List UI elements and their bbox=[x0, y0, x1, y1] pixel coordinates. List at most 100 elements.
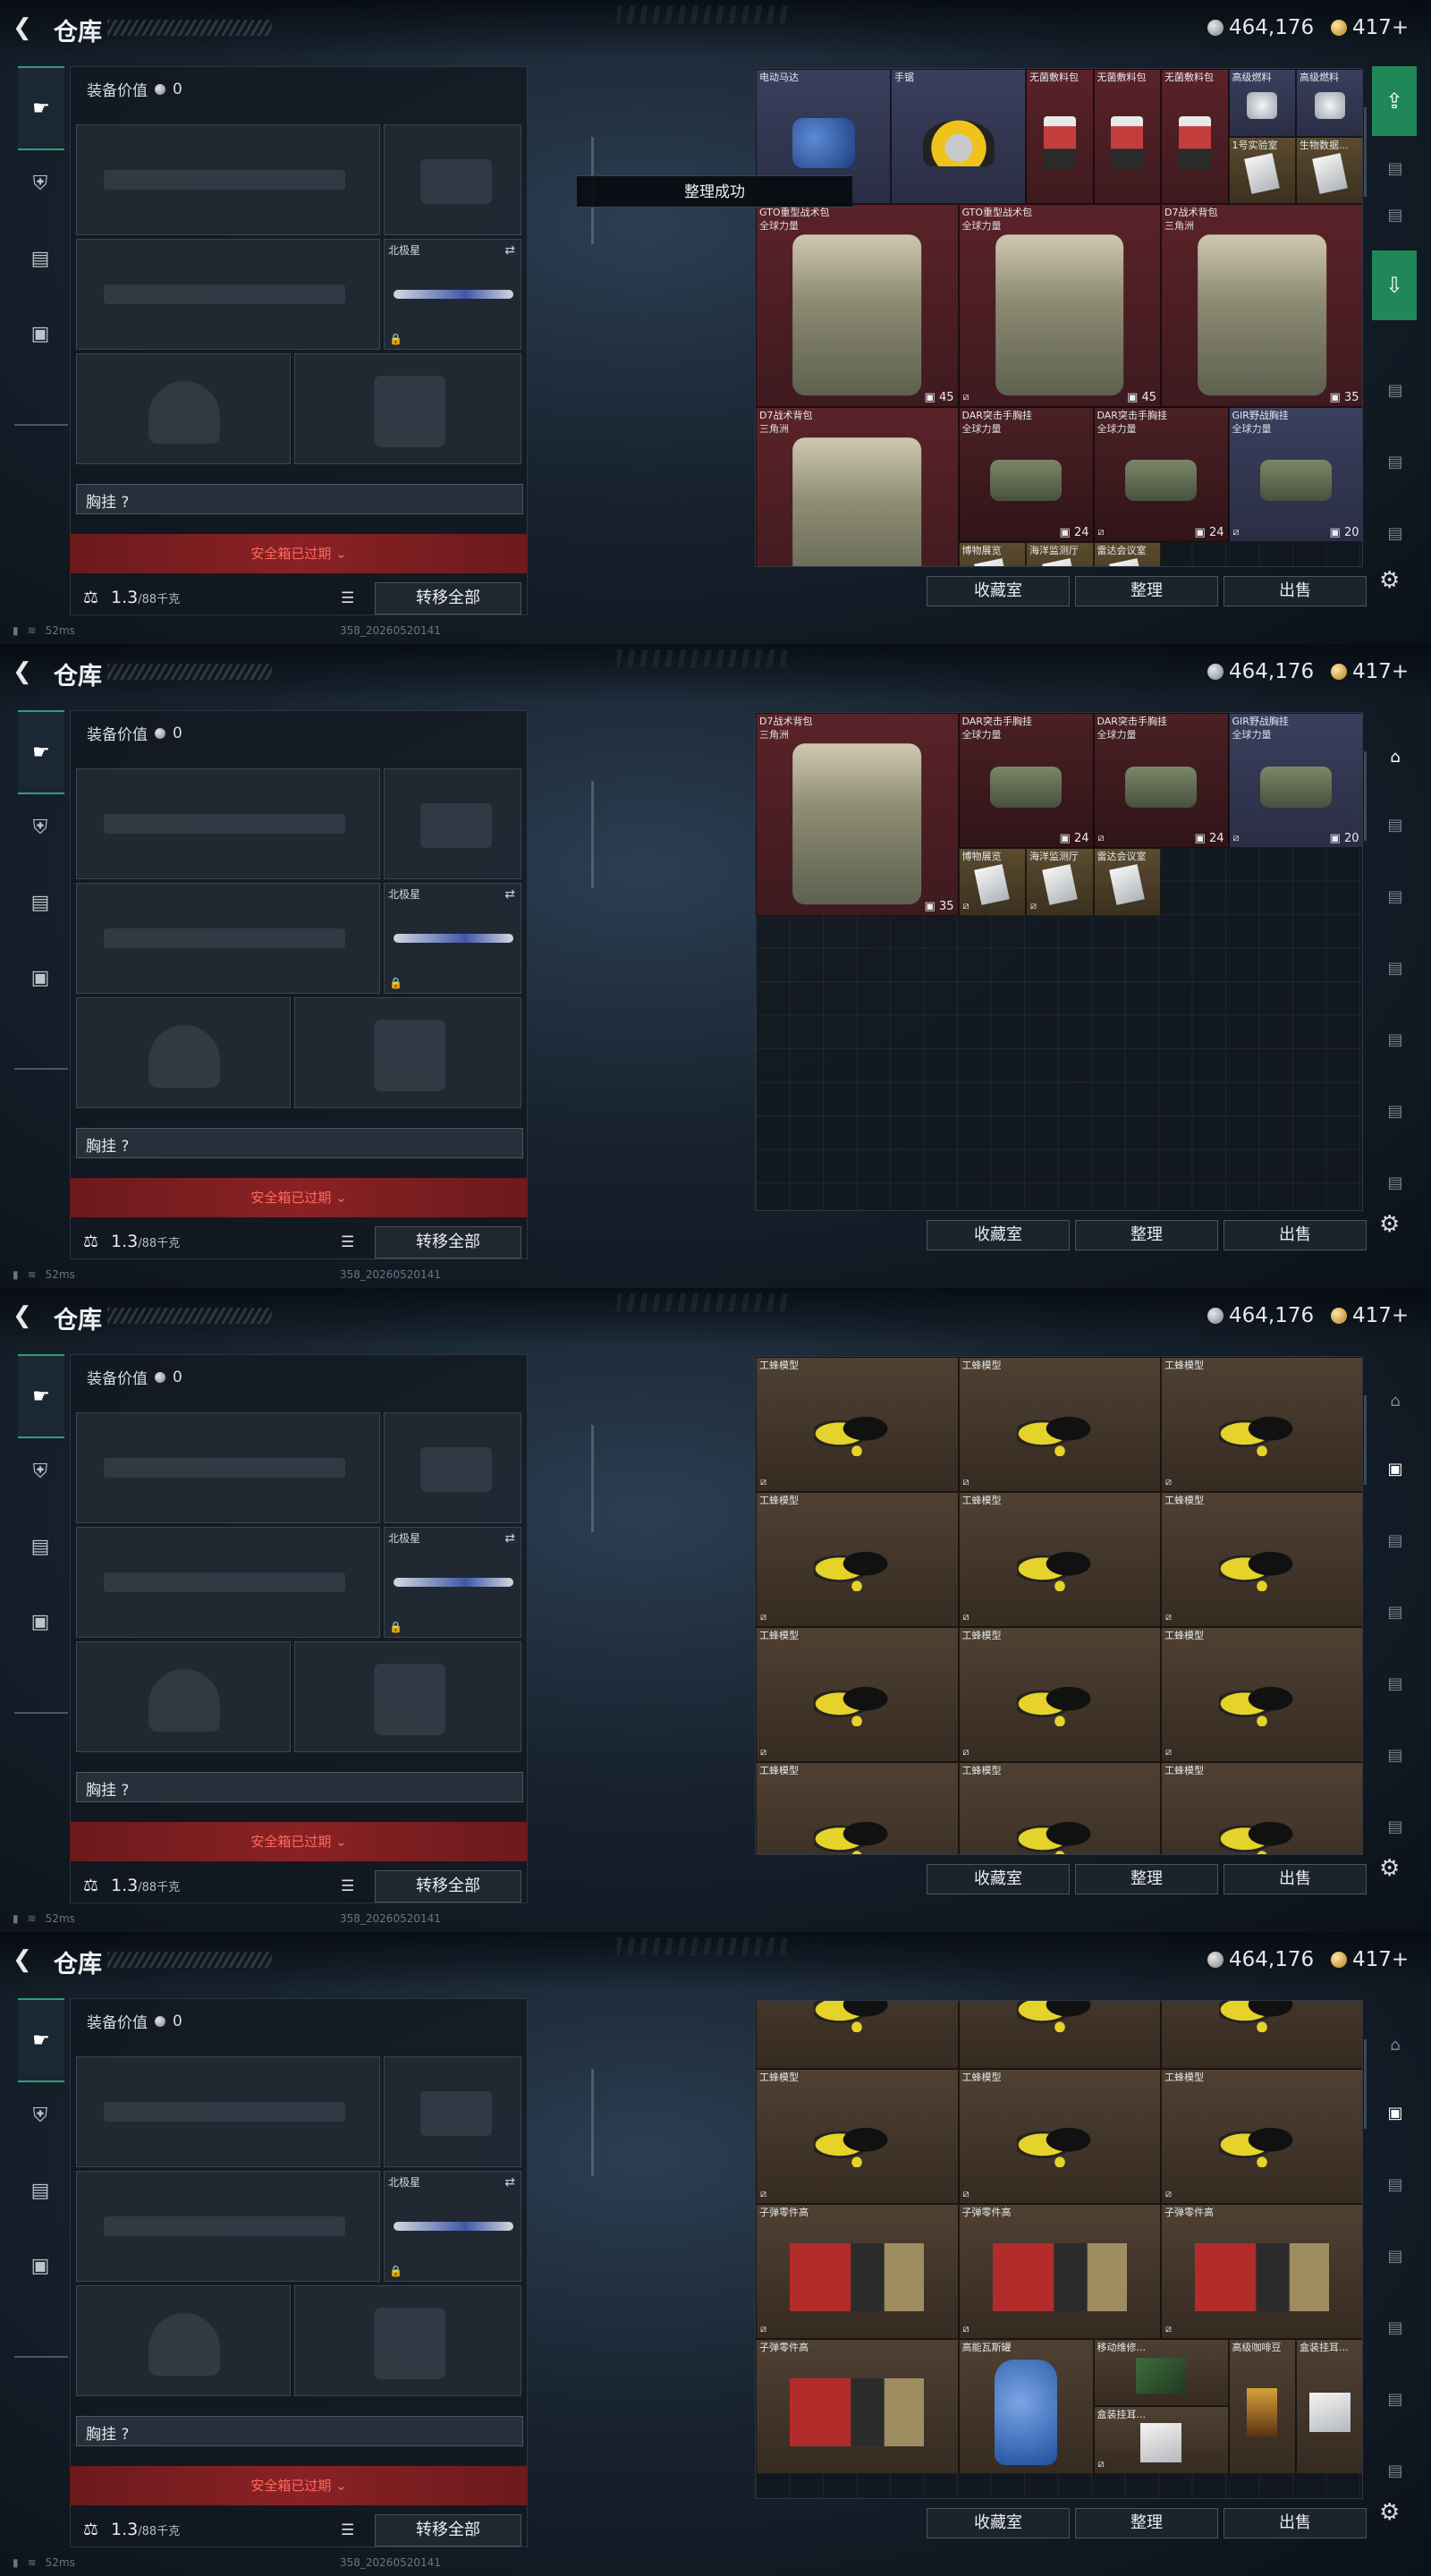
stash-item[interactable]: 子弹零件高 ⧄ bbox=[756, 2203, 959, 2339]
stash-tab-icon[interactable]: ▤ bbox=[1376, 805, 1415, 844]
nav-bag-tab[interactable]: ▣ bbox=[20, 957, 61, 998]
home-tab-icon[interactable]: ⌂ bbox=[1376, 1381, 1415, 1420]
favorites-button[interactable]: 收藏室 bbox=[927, 576, 1070, 606]
primary-weapon-slot[interactable] bbox=[76, 768, 380, 879]
stash-item[interactable]: 手锯 bbox=[891, 69, 1026, 204]
swap-icon[interactable]: ⇄ bbox=[504, 887, 515, 902]
stash-item[interactable]: DAR突击手胸挂 全球力量 ▣ 24 bbox=[958, 406, 1094, 542]
download-icon[interactable]: ⇩ bbox=[1372, 250, 1417, 320]
stash-tab-icon[interactable]: ▤ bbox=[1376, 1091, 1415, 1131]
armor-slot[interactable] bbox=[294, 1641, 521, 1752]
stash-item[interactable]: 雷达会议室 bbox=[1093, 541, 1161, 566]
sidearm-slot[interactable] bbox=[384, 124, 521, 235]
nav-vest-tab[interactable]: ▤ bbox=[20, 882, 61, 923]
stash-item[interactable]: 海洋监测厅 bbox=[1026, 541, 1094, 566]
sort-button[interactable]: 整理 bbox=[1075, 1220, 1218, 1250]
sidearm-slot[interactable] bbox=[384, 768, 521, 879]
stash-item[interactable]: 高级燃料 bbox=[1228, 69, 1296, 137]
stash-item[interactable]: 工蜂模型 ⧄ bbox=[756, 1357, 959, 1492]
chest-rig-slot[interactable]: 胸挂 ? bbox=[76, 2416, 523, 2446]
secondary-weapon-slot[interactable] bbox=[76, 2171, 380, 2282]
nav-weapons-tab[interactable]: ☛ bbox=[18, 1998, 64, 2082]
stash-item[interactable]: 高级燃料 bbox=[1296, 69, 1362, 137]
nav-bag-tab[interactable]: ▣ bbox=[20, 1601, 61, 1642]
upload-icon[interactable]: ⇪ bbox=[1372, 66, 1417, 136]
gear-icon[interactable]: ⚙ bbox=[1379, 567, 1400, 594]
sidearm-slot[interactable] bbox=[384, 2056, 521, 2167]
armor-slot[interactable] bbox=[294, 353, 521, 464]
gear-icon[interactable]: ⚙ bbox=[1379, 1855, 1400, 1882]
chest-rig-slot[interactable]: 胸挂 ? bbox=[76, 1772, 523, 1802]
stash-scrollbar[interactable] bbox=[1364, 1395, 1367, 1485]
armor-slot[interactable] bbox=[294, 997, 521, 1108]
panel-scrollbar[interactable] bbox=[591, 1425, 594, 1532]
stash-item[interactable]: 工蜂模型 ⧄ bbox=[756, 1627, 959, 1762]
stash-item[interactable]: 工蜂模型 ⧄ bbox=[756, 1492, 959, 1627]
gold-currency[interactable]: 417+ bbox=[1331, 1302, 1409, 1329]
stash-scrollbar[interactable] bbox=[1364, 751, 1367, 841]
stash-item[interactable]: 盒装挂耳... ⧄ bbox=[1093, 2406, 1229, 2474]
list-icon[interactable]: ☰ bbox=[341, 1877, 354, 1895]
list-icon[interactable]: ☰ bbox=[341, 2521, 354, 2539]
transfer-all-button[interactable]: 转移全部 bbox=[375, 2514, 521, 2546]
stash-tab-icon[interactable]: ▤ bbox=[1376, 1807, 1415, 1846]
stash-item[interactable]: 子弹零件高 ⧄ bbox=[958, 2203, 1161, 2339]
stash-item[interactable] bbox=[958, 2001, 1161, 2069]
stash-item[interactable]: 移动维修... bbox=[1093, 2338, 1229, 2406]
gold-currency[interactable]: 417+ bbox=[1331, 1946, 1409, 1973]
stash-item[interactable]: D7战术背包 三角洲 ▣ 35 bbox=[756, 713, 959, 916]
sort-button[interactable]: 整理 bbox=[1075, 1864, 1218, 1894]
nav-helmet-tab[interactable]: ⛨ bbox=[20, 1451, 61, 1492]
nav-helmet-tab[interactable]: ⛨ bbox=[20, 163, 61, 204]
stash-item[interactable]: 子弹零件高 bbox=[756, 2338, 959, 2474]
primary-weapon-slot[interactable] bbox=[76, 1412, 380, 1523]
sell-button[interactable]: 出售 bbox=[1224, 576, 1367, 606]
stash-scrollbar[interactable] bbox=[1364, 107, 1367, 197]
favorites-button[interactable]: 收藏室 bbox=[927, 1864, 1070, 1894]
stash-item[interactable]: 子弹零件高 ⧄ bbox=[1161, 2203, 1362, 2339]
swap-icon[interactable]: ⇄ bbox=[504, 2175, 515, 2190]
stash-tab-icon[interactable]: ▤ bbox=[1376, 2451, 1415, 2490]
secondary-weapon-slot[interactable] bbox=[76, 883, 380, 994]
stash-tab-icon[interactable]: ▤ bbox=[1376, 877, 1415, 916]
helmet-slot[interactable] bbox=[76, 1641, 291, 1752]
primary-weapon-slot[interactable] bbox=[76, 2056, 380, 2167]
transfer-all-button[interactable]: 转移全部 bbox=[375, 582, 521, 614]
stash-item[interactable]: 工蜂模型 ⧄ bbox=[958, 1357, 1161, 1492]
nav-vest-tab[interactable]: ▤ bbox=[20, 238, 61, 279]
nav-bag-tab[interactable]: ▣ bbox=[20, 2245, 61, 2286]
sort-button[interactable]: 整理 bbox=[1075, 2508, 1218, 2538]
sort-button[interactable]: 整理 bbox=[1075, 576, 1218, 606]
stash-tab-icon[interactable]: ▤ bbox=[1376, 2165, 1415, 2204]
primary-weapon-slot[interactable] bbox=[76, 124, 380, 235]
stash-item[interactable]: 工蜂模型 bbox=[1161, 1762, 1362, 1854]
helmet-slot[interactable] bbox=[76, 2285, 291, 2396]
back-arrow-icon[interactable]: ❮ bbox=[13, 658, 39, 685]
stash-tab-icon[interactable]: ▤ bbox=[1376, 1020, 1415, 1059]
secondary-weapon-slot[interactable] bbox=[76, 239, 380, 350]
melee-slot[interactable]: 北极星 ⇄ 🔒 bbox=[384, 883, 521, 994]
melee-slot[interactable]: 北极星 ⇄ 🔒 bbox=[384, 239, 521, 350]
stash-item[interactable]: 海洋监测厅 ⧄ bbox=[1026, 848, 1094, 916]
gold-currency[interactable]: 417+ bbox=[1331, 14, 1409, 41]
stash-tab-icon[interactable]: ▤ bbox=[1376, 948, 1415, 987]
home-tab-icon[interactable]: ⌂ bbox=[1376, 737, 1415, 776]
sidearm-slot[interactable] bbox=[384, 1412, 521, 1523]
stash-item[interactable]: GIR野战胸挂 全球力量 ⧄ ▣ 20 bbox=[1228, 406, 1362, 542]
stash-item[interactable]: GTO重型战术包 全球力量 ▣ 45 bbox=[756, 204, 959, 407]
stash-tab-icon[interactable]: ▤ bbox=[1376, 1163, 1415, 1202]
stash-item[interactable]: DAR突击手胸挂 全球力量 ⧄ ▣ 24 bbox=[1093, 406, 1229, 542]
sell-button[interactable]: 出售 bbox=[1224, 1220, 1367, 1250]
stash-item[interactable]: 工蜂模型 ⧄ bbox=[1161, 1357, 1362, 1492]
gear-icon[interactable]: ⚙ bbox=[1379, 2499, 1400, 2526]
stash-item[interactable]: 工蜂模型 ⧄ bbox=[958, 2068, 1161, 2204]
stash-item[interactable]: 工蜂模型 ⧄ bbox=[958, 1627, 1161, 1762]
chest-rig-slot[interactable]: 胸挂 ? bbox=[76, 484, 523, 514]
stash-item[interactable]: 无菌敷料包 bbox=[1161, 69, 1229, 204]
stash-item[interactable] bbox=[1161, 2001, 1362, 2069]
stash-item[interactable]: 生物数据... bbox=[1296, 136, 1362, 204]
nav-helmet-tab[interactable]: ⛨ bbox=[20, 2095, 61, 2136]
stash-item[interactable]: 高级咖啡豆 bbox=[1228, 2338, 1296, 2474]
gold-currency[interactable]: 417+ bbox=[1331, 658, 1409, 685]
stash-item[interactable]: DAR突击手胸挂 全球力量 ⧄ ▣ 24 bbox=[1093, 713, 1229, 848]
